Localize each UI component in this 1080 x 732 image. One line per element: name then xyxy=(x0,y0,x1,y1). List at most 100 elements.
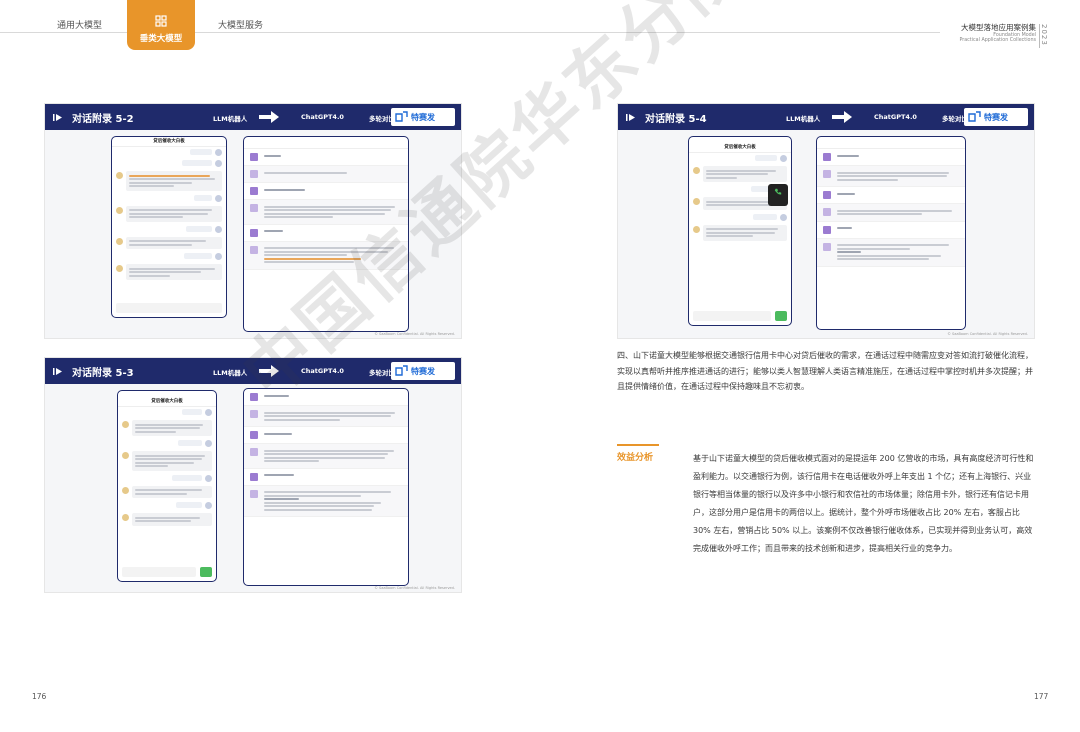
bot-message xyxy=(689,223,791,243)
gpt-panel-header xyxy=(244,137,408,149)
bot-message xyxy=(112,262,226,282)
arrow-right-icon xyxy=(832,111,852,123)
play-icon xyxy=(53,367,62,375)
gpt-chat-panel xyxy=(816,136,966,330)
user-reply xyxy=(112,147,226,158)
user-turn xyxy=(244,225,408,242)
tab-model-services[interactable]: 大模型服务 xyxy=(218,18,263,31)
llm-label: LLM机器人 xyxy=(786,115,821,123)
user-turn xyxy=(817,149,965,166)
company-logo: 特赛发 xyxy=(964,108,1028,126)
gpt-turn xyxy=(244,485,408,517)
phone-title: 贷后催收大白板 xyxy=(118,397,216,407)
gpt-turn xyxy=(817,238,965,267)
phone-chat-panel: 贷后催收大白板 xyxy=(111,136,227,318)
bot-message xyxy=(112,204,226,224)
bot-message xyxy=(118,484,216,501)
call-popup[interactable] xyxy=(768,184,788,206)
llm-label: LLM机器人 xyxy=(213,115,248,123)
brand-year: 2023 xyxy=(1040,24,1048,46)
tab-vertical-label: 垂类大模型 xyxy=(139,34,183,44)
chat-input[interactable] xyxy=(122,567,196,577)
gpt-label: ChatGPT4.0 xyxy=(874,113,917,121)
gpt-turn xyxy=(244,200,408,225)
user-reply xyxy=(118,500,216,511)
gpt-turn xyxy=(817,204,965,222)
cube-icon xyxy=(155,15,167,27)
user-reply xyxy=(112,158,226,169)
slide-footer: © SaaBoom Confidential. All Rights Reser… xyxy=(374,586,455,590)
slide-header: 对话附录 5-2 LLM机器人 ChatGPT4.0 多轮对比 特赛发 xyxy=(45,104,461,130)
analysis-paragraph: 基于山下诺童大模型的贷后催收模式面对的是提运年 200 亿营收的市场，具有高度经… xyxy=(693,454,1034,553)
user-reply xyxy=(118,473,216,484)
user-reply xyxy=(689,153,791,164)
chat-input[interactable] xyxy=(693,311,771,321)
bot-message xyxy=(118,418,216,438)
brand-block: 大模型落地应用案例集 Foundation Model Practical Ap… xyxy=(959,23,1036,44)
logo-text: 特赛发 xyxy=(411,112,435,122)
logo-icon xyxy=(395,364,408,376)
arrow-right-icon xyxy=(259,365,279,377)
slide-title: 对话附录 5-3 xyxy=(72,367,134,379)
user-reply xyxy=(112,224,226,235)
user-reply xyxy=(689,212,791,223)
bot-message xyxy=(689,164,791,184)
bot-message xyxy=(112,169,226,193)
user-reply xyxy=(112,251,226,262)
user-reply xyxy=(118,407,216,418)
bot-message xyxy=(118,449,216,473)
phone-title: 贷后催收大白板 xyxy=(112,137,226,147)
phone-title: 贷后催收大白板 xyxy=(689,143,791,153)
page-number-left: 176 xyxy=(32,692,47,701)
gpt-turn xyxy=(817,166,965,187)
slide-5-4: 对话附录 5-4 LLM机器人 ChatGPT4.0 多轮对比 特赛发 贷后催收… xyxy=(617,103,1035,339)
logo-icon xyxy=(395,110,408,122)
gpt-turn xyxy=(244,166,408,183)
phone-chat-panel: 贷后催收大白板 xyxy=(117,390,217,582)
slide-header: 对话附录 5-4 LLM机器人 ChatGPT4.0 多轮对比 特赛发 xyxy=(618,104,1034,130)
gpt-chat-panel xyxy=(243,136,409,332)
gpt-label: ChatGPT4.0 xyxy=(301,113,344,121)
llm-label: LLM机器人 xyxy=(213,369,248,377)
brand-title: 大模型落地应用案例集 xyxy=(961,23,1036,32)
section-accent-line xyxy=(617,444,659,446)
slide-footer: © SaaBoom Confidential. All Rights Reser… xyxy=(374,332,455,336)
slide-footer: © SaaBoom Confidential. All Rights Reser… xyxy=(947,332,1028,336)
user-turn xyxy=(817,222,965,239)
gpt-turn xyxy=(244,406,408,427)
phone-chat-panel: 贷后催收大白板 xyxy=(688,136,792,326)
gpt-turn xyxy=(244,241,408,270)
user-reply xyxy=(118,438,216,449)
bot-message xyxy=(112,235,226,252)
slide-header: 对话附录 5-3 LLM机器人 ChatGPT4.0 多轮对比 特赛发 xyxy=(45,358,461,384)
user-reply xyxy=(112,193,226,204)
tab-general-models[interactable]: 通用大模型 xyxy=(57,18,102,31)
phone-icon xyxy=(774,188,782,195)
play-icon xyxy=(53,113,62,121)
logo-text: 特赛发 xyxy=(411,366,435,376)
user-turn xyxy=(244,427,408,444)
logo-icon xyxy=(968,110,981,122)
slide-title: 对话附录 5-4 xyxy=(645,113,707,125)
slide-title: 对话附录 5-2 xyxy=(72,113,134,125)
user-turn xyxy=(244,149,408,166)
case-paragraph: 四、山下诺童大模型能够根据交通银行信用卡中心对贷后催收的需求，在通话过程中随需应… xyxy=(617,351,1033,392)
chat-input[interactable] xyxy=(116,303,222,313)
tab-vertical-models[interactable]: 垂类大模型 xyxy=(127,0,195,50)
user-turn xyxy=(817,187,965,204)
arrow-right-icon xyxy=(259,111,279,123)
page-number-right: 177 xyxy=(1034,692,1049,701)
slide-5-3: 对话附录 5-3 LLM机器人 ChatGPT4.0 多轮对比 特赛发 贷后催收… xyxy=(44,357,462,593)
company-logo: 特赛发 xyxy=(391,362,455,380)
gpt-label: ChatGPT4.0 xyxy=(301,367,344,375)
send-button[interactable] xyxy=(200,567,212,577)
user-turn xyxy=(244,389,408,406)
brand-subtitle-2: Practical Application Collections xyxy=(959,38,1036,44)
user-turn xyxy=(244,183,408,200)
section-title: 效益分析 xyxy=(617,453,654,463)
send-button[interactable] xyxy=(775,311,787,321)
slide-5-2: 对话附录 5-2 LLM机器人 ChatGPT4.0 多轮对比 特赛发 贷后催收… xyxy=(44,103,462,339)
logo-text: 特赛发 xyxy=(984,112,1008,122)
gpt-panel-header xyxy=(817,137,965,149)
company-logo: 特赛发 xyxy=(391,108,455,126)
